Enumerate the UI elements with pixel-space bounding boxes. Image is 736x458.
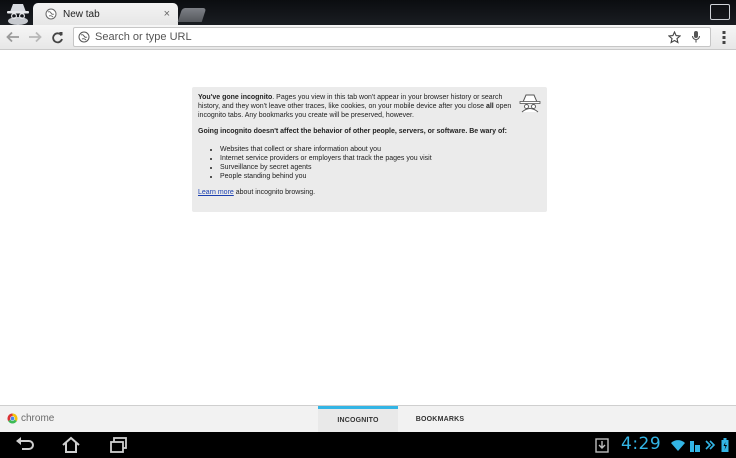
tab-switcher-icon[interactable] [710,4,730,20]
incognito-warning: Going incognito doesn't affect the behav… [198,128,518,137]
tab-strip: New tab × [0,0,736,25]
omnibox[interactable] [73,27,711,47]
learn-more-link[interactable]: Learn more [198,189,234,196]
bottom-bar: chrome INCOGNITO BOOKMARKS [0,405,736,432]
forward-arrow-icon [29,31,42,43]
download-notification-icon[interactable] [594,435,610,455]
signal-icon [690,441,700,452]
list-item: People standing behind you [220,172,541,181]
reload-button[interactable] [46,26,68,48]
expand-chevron-icon[interactable] [704,435,716,455]
tab-title: New tab [63,8,100,20]
warning-text: Going incognito doesn't affect the behav… [198,128,507,136]
chrome-logo-icon [7,413,18,424]
reload-icon [51,31,63,43]
recent-apps-icon[interactable] [108,435,130,455]
close-tab-icon[interactable]: × [164,8,170,20]
intro-heading: You've gone incognito [198,94,273,101]
tab-bookmarks[interactable]: BOOKMARKS [400,406,480,432]
incognito-spy-icon [519,94,541,113]
incognito-intro: You've gone incognito. Pages you view in… [198,94,518,120]
incognito-info-card: You've gone incognito. Pages you view in… [192,87,547,212]
menu-icon[interactable] [720,29,728,45]
back-arrow-icon [6,31,19,43]
list-item: Internet service providers or employers … [220,154,541,163]
wifi-icon [671,440,685,451]
tab-new-tab[interactable]: New tab × [33,3,178,25]
battery-icon [721,438,729,452]
bookmark-star-button[interactable] [666,29,682,45]
list-item: Websites that collect or share informati… [220,145,541,154]
status-clock: 4:29 [621,434,662,454]
wary-list: Websites that collect or share informati… [220,145,541,181]
star-icon [667,30,681,44]
chrome-brand: chrome [7,413,54,424]
globe-icon [78,31,90,43]
intro-all: all [485,102,494,110]
back-button[interactable] [2,26,24,48]
new-tab-button[interactable] [177,8,207,22]
chrome-brand-label: chrome [21,413,55,424]
microphone-icon [691,31,701,43]
incognito-avatar-icon [7,4,29,25]
learn-more-line: Learn more about incognito browsing. [198,189,541,198]
back-nav-icon[interactable] [14,435,36,455]
search-input[interactable] [95,31,666,43]
forward-button[interactable] [24,26,46,48]
home-nav-icon[interactable] [60,435,82,455]
system-bar: 4:29 [0,432,736,458]
voice-search-button[interactable] [688,29,704,45]
globe-icon [45,8,57,20]
list-item: Surveillance by secret agents [220,163,541,172]
learn-more-suffix: about incognito browsing. [233,189,316,197]
tab-incognito[interactable]: INCOGNITO [318,406,398,432]
